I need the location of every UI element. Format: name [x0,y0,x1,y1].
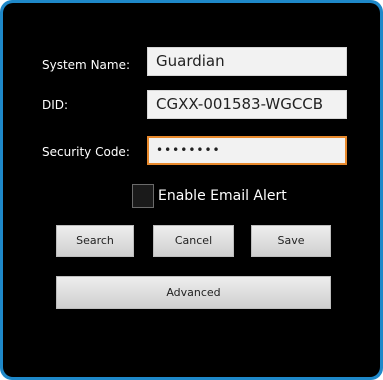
save-button[interactable]: Save [251,225,331,257]
email-alert-label: Enable Email Alert [158,188,287,204]
search-button[interactable]: Search [56,225,134,257]
email-alert-checkbox[interactable] [132,184,154,208]
cancel-button[interactable]: Cancel [153,225,234,257]
system-name-label: System Name: [42,58,131,72]
security-code-label: Security Code: [42,145,130,159]
system-name-field[interactable]: Guardian [147,47,347,76]
advanced-button[interactable]: Advanced [56,276,331,309]
did-label: DID: [42,98,69,112]
did-field[interactable]: CGXX-001583-WGCCB [147,90,347,119]
security-code-field[interactable]: •••••••• [147,136,347,165]
